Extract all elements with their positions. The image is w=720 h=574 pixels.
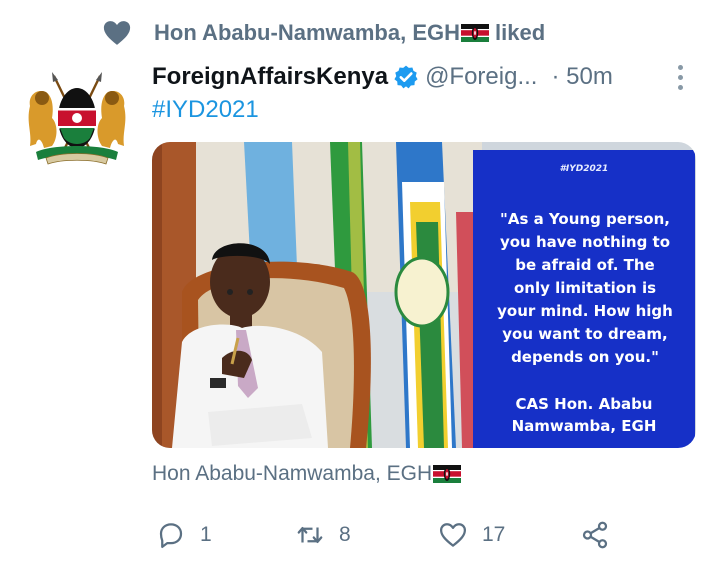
- liked-by-user[interactable]: Hon Ababu-Namwamba, EGH: [154, 20, 460, 45]
- like-count: 17: [482, 523, 506, 546]
- tweet-actions: 1 8 17: [152, 515, 622, 555]
- avatar[interactable]: [22, 66, 132, 176]
- quote-panel: #IYD2021 "As a Young person, you have no…: [473, 150, 695, 448]
- social-context[interactable]: Hon Ababu-Namwamba, EGH liked: [102, 16, 545, 50]
- photo-credit-name[interactable]: Hon Ababu-Namwamba, EGH: [152, 462, 432, 486]
- author-handle[interactable]: @Foreig...: [425, 63, 537, 91]
- heart-icon: [103, 21, 131, 45]
- reply-button[interactable]: 1: [156, 515, 212, 555]
- quote-signature: CAS Hon. Ababu Namwamba, EGH: [511, 395, 657, 435]
- tweet-media[interactable]: #IYD2021 "As a Young person, you have no…: [152, 142, 696, 448]
- retweet-icon: [297, 527, 323, 543]
- like-icon: [440, 523, 466, 547]
- more-icon[interactable]: [670, 62, 690, 92]
- retweet-count: 8: [339, 523, 351, 546]
- tweet-header: ForeignAffairsKenya @Foreig... · 50m: [152, 60, 613, 94]
- verified-badge-icon: [394, 65, 418, 89]
- author-name[interactable]: ForeignAffairsKenya: [152, 63, 388, 91]
- hashtag-link[interactable]: #IYD2021: [152, 96, 259, 124]
- photo-credit[interactable]: Hon Ababu-Namwamba, EGH: [152, 462, 467, 486]
- like-button[interactable]: 17: [438, 515, 505, 555]
- reply-icon: [159, 523, 183, 548]
- kenya-flag-icon: [461, 24, 489, 42]
- share-icon: [582, 521, 608, 549]
- share-button[interactable]: [580, 515, 610, 555]
- media-hashtag: #IYD2021: [559, 164, 609, 174]
- quote-text: "As a Young person, you have nothing to …: [497, 210, 673, 366]
- kenya-flag-icon: [433, 465, 462, 483]
- liked-action-label: liked: [495, 20, 546, 45]
- tweet-timestamp[interactable]: · 50m: [551, 63, 612, 91]
- photo-illustration: [152, 142, 482, 448]
- retweet-button[interactable]: 8: [295, 515, 351, 555]
- reply-count: 1: [200, 523, 212, 546]
